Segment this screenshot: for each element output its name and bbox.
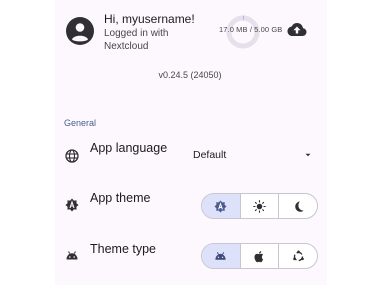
dropdown-arrow-icon[interactable]	[303, 150, 313, 160]
login-info-line2: Nextcloud	[104, 41, 149, 52]
login-info-line1: Logged in with	[104, 28, 169, 39]
login-info: Logged in with Nextcloud	[104, 27, 184, 53]
greeting-text: Hi, myusername!	[104, 12, 195, 26]
app-version: v0.24.5 (24050)	[158, 70, 222, 80]
app-language-label: App language	[90, 141, 168, 155]
theme-type-option-apple[interactable]	[239, 244, 279, 268]
theme-type-label: Theme type	[90, 242, 157, 256]
theme-auto-icon	[65, 198, 79, 212]
app-theme-selector	[201, 193, 318, 219]
theme-option-auto[interactable]	[202, 194, 240, 218]
android-icon	[215, 251, 226, 260]
cloud-upload-icon[interactable]	[287, 22, 307, 38]
apple-icon	[254, 250, 264, 262]
theme-type-selector	[201, 243, 318, 269]
dark-theme-icon	[294, 200, 304, 212]
ubuntu-icon	[292, 250, 304, 261]
theme-option-light[interactable]	[239, 194, 279, 218]
theme-option-dark[interactable]	[278, 194, 317, 218]
language-globe-icon	[65, 149, 79, 163]
app-theme-label: App theme	[90, 191, 151, 205]
theme-type-option-ubuntu[interactable]	[278, 244, 317, 268]
account-avatar-icon[interactable]	[66, 17, 94, 45]
app-language-dropdown[interactable]: Default	[193, 149, 226, 161]
section-title-general: General	[64, 118, 97, 128]
auto-theme-icon	[214, 199, 227, 213]
theme-type-option-android[interactable]	[202, 244, 240, 268]
light-theme-icon	[253, 199, 266, 213]
android-theme-type-icon	[66, 251, 78, 260]
storage-usage-text: 17.0 MB / 5.00 GB	[219, 25, 283, 34]
